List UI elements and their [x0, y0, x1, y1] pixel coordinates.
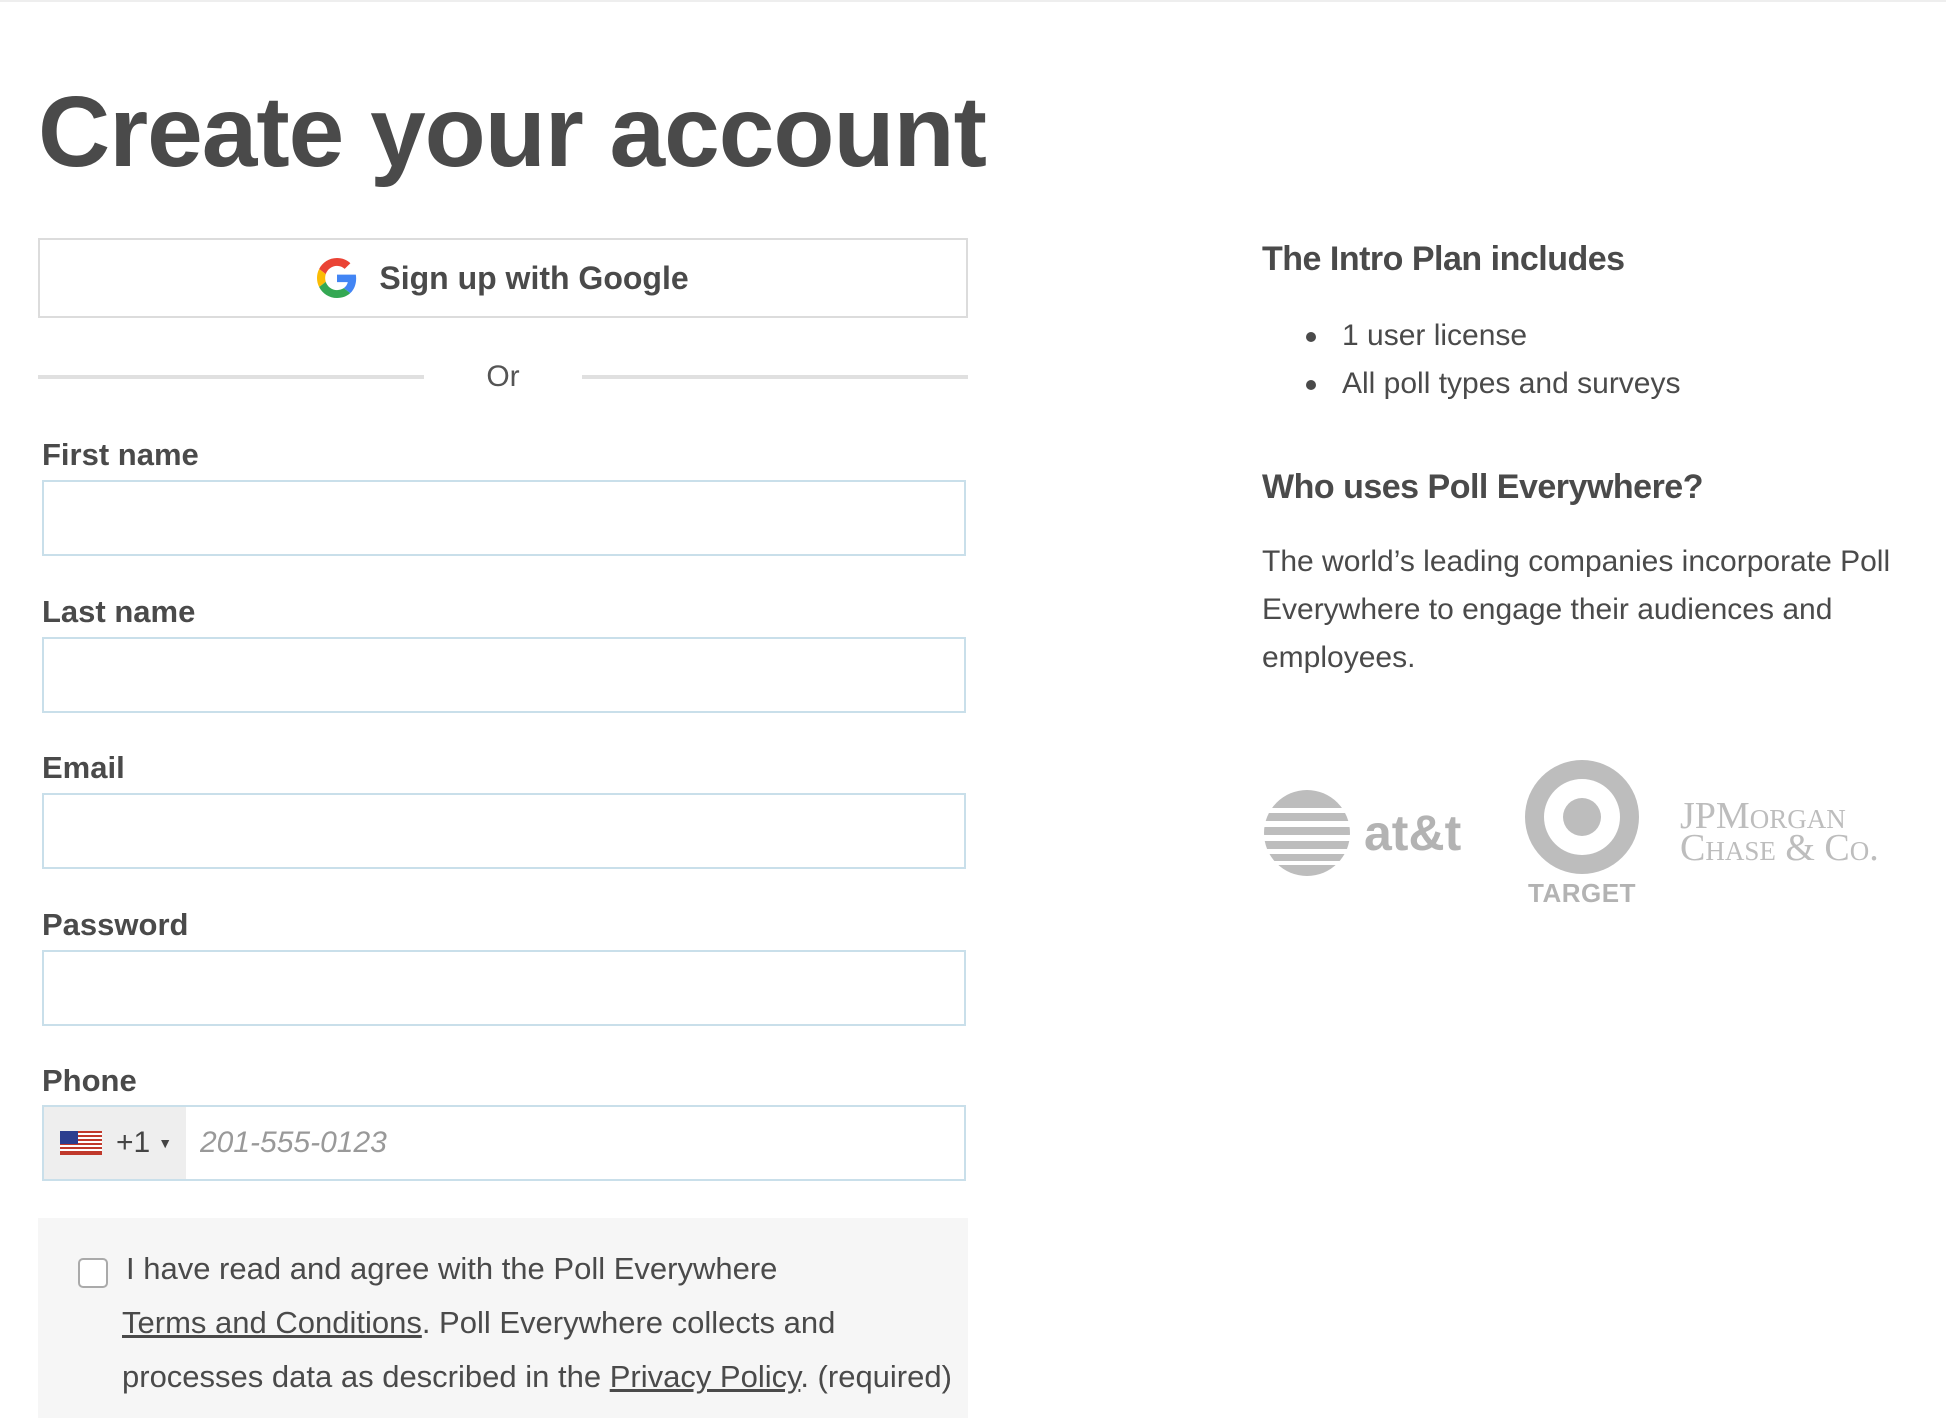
- att-wordmark: at&t: [1364, 805, 1462, 861]
- caret-down-icon: ▼: [158, 1135, 173, 1151]
- top-divider: [0, 0, 1946, 2]
- first-name-field[interactable]: [42, 480, 966, 556]
- terms-line-2: Terms and Conditions. Poll Everywhere co…: [122, 1296, 946, 1350]
- who-uses-text: The world’s leading companies incorporat…: [1262, 545, 1891, 674]
- google-g-icon: [317, 258, 357, 298]
- plan-heading: The Intro Plan includes: [1262, 240, 1625, 278]
- att-globe-icon: [1262, 790, 1352, 876]
- plan-feature-item: 1 user license: [1262, 312, 1681, 360]
- or-divider: Or: [38, 355, 968, 399]
- phone-label: Phone: [42, 1063, 137, 1098]
- google-signup-label: Sign up with Google: [379, 259, 689, 296]
- terms-line-3-pre: processes data as described in the: [122, 1359, 610, 1394]
- divider-line-right: [582, 375, 968, 379]
- terms-checkbox[interactable]: [78, 1258, 108, 1288]
- target-wordmark: TARGET: [1528, 878, 1636, 908]
- dial-code: +1: [116, 1126, 151, 1159]
- email-field[interactable]: [42, 793, 966, 869]
- us-flag-icon: [60, 1131, 102, 1155]
- terms-link[interactable]: Terms and Conditions: [122, 1305, 422, 1340]
- first-name-label: First name: [42, 437, 199, 472]
- phone-field-wrapper: +1 ▼: [42, 1105, 966, 1181]
- google-signup-button[interactable]: Sign up with Google: [38, 238, 968, 318]
- password-field[interactable]: [42, 950, 966, 1026]
- terms-line-2-text: . Poll Everywhere collects and: [421, 1305, 836, 1340]
- password-label: Password: [42, 907, 189, 942]
- country-code-selector[interactable]: +1 ▼: [44, 1107, 186, 1179]
- att-logo: at&t: [1262, 788, 1461, 878]
- terms-text: I have read and agree with the Poll Ever…: [122, 1242, 952, 1404]
- terms-consent-box: I have read and agree with the Poll Ever…: [38, 1218, 968, 1418]
- phone-input[interactable]: [186, 1107, 964, 1179]
- target-logo: TARGET: [1512, 760, 1652, 909]
- plan-features-list: 1 user license All poll types and survey…: [1262, 312, 1681, 408]
- target-bullseye-icon: [1525, 760, 1639, 874]
- last-name-label: Last name: [42, 594, 196, 629]
- jpmorgan-line-2: Chase & Co.: [1680, 827, 1879, 869]
- customer-logos: at&t TARGET JPMorgan Chase & Co.: [1262, 760, 1902, 930]
- privacy-link[interactable]: Privacy Policy: [610, 1359, 801, 1394]
- who-uses-heading: Who uses Poll Everywhere?: [1262, 468, 1703, 506]
- email-label: Email: [42, 750, 125, 785]
- terms-line-3-post: . (required): [800, 1359, 952, 1394]
- terms-line-1: I have read and agree with the Poll Ever…: [126, 1251, 778, 1286]
- page-title: Create your account: [38, 76, 987, 188]
- terms-line-3: processes data as described in the Priva…: [122, 1350, 952, 1404]
- jpmorgan-logo: JPMorgan Chase & Co.: [1680, 797, 1879, 869]
- plan-feature-item: All poll types and surveys: [1262, 360, 1681, 408]
- last-name-field[interactable]: [42, 637, 966, 713]
